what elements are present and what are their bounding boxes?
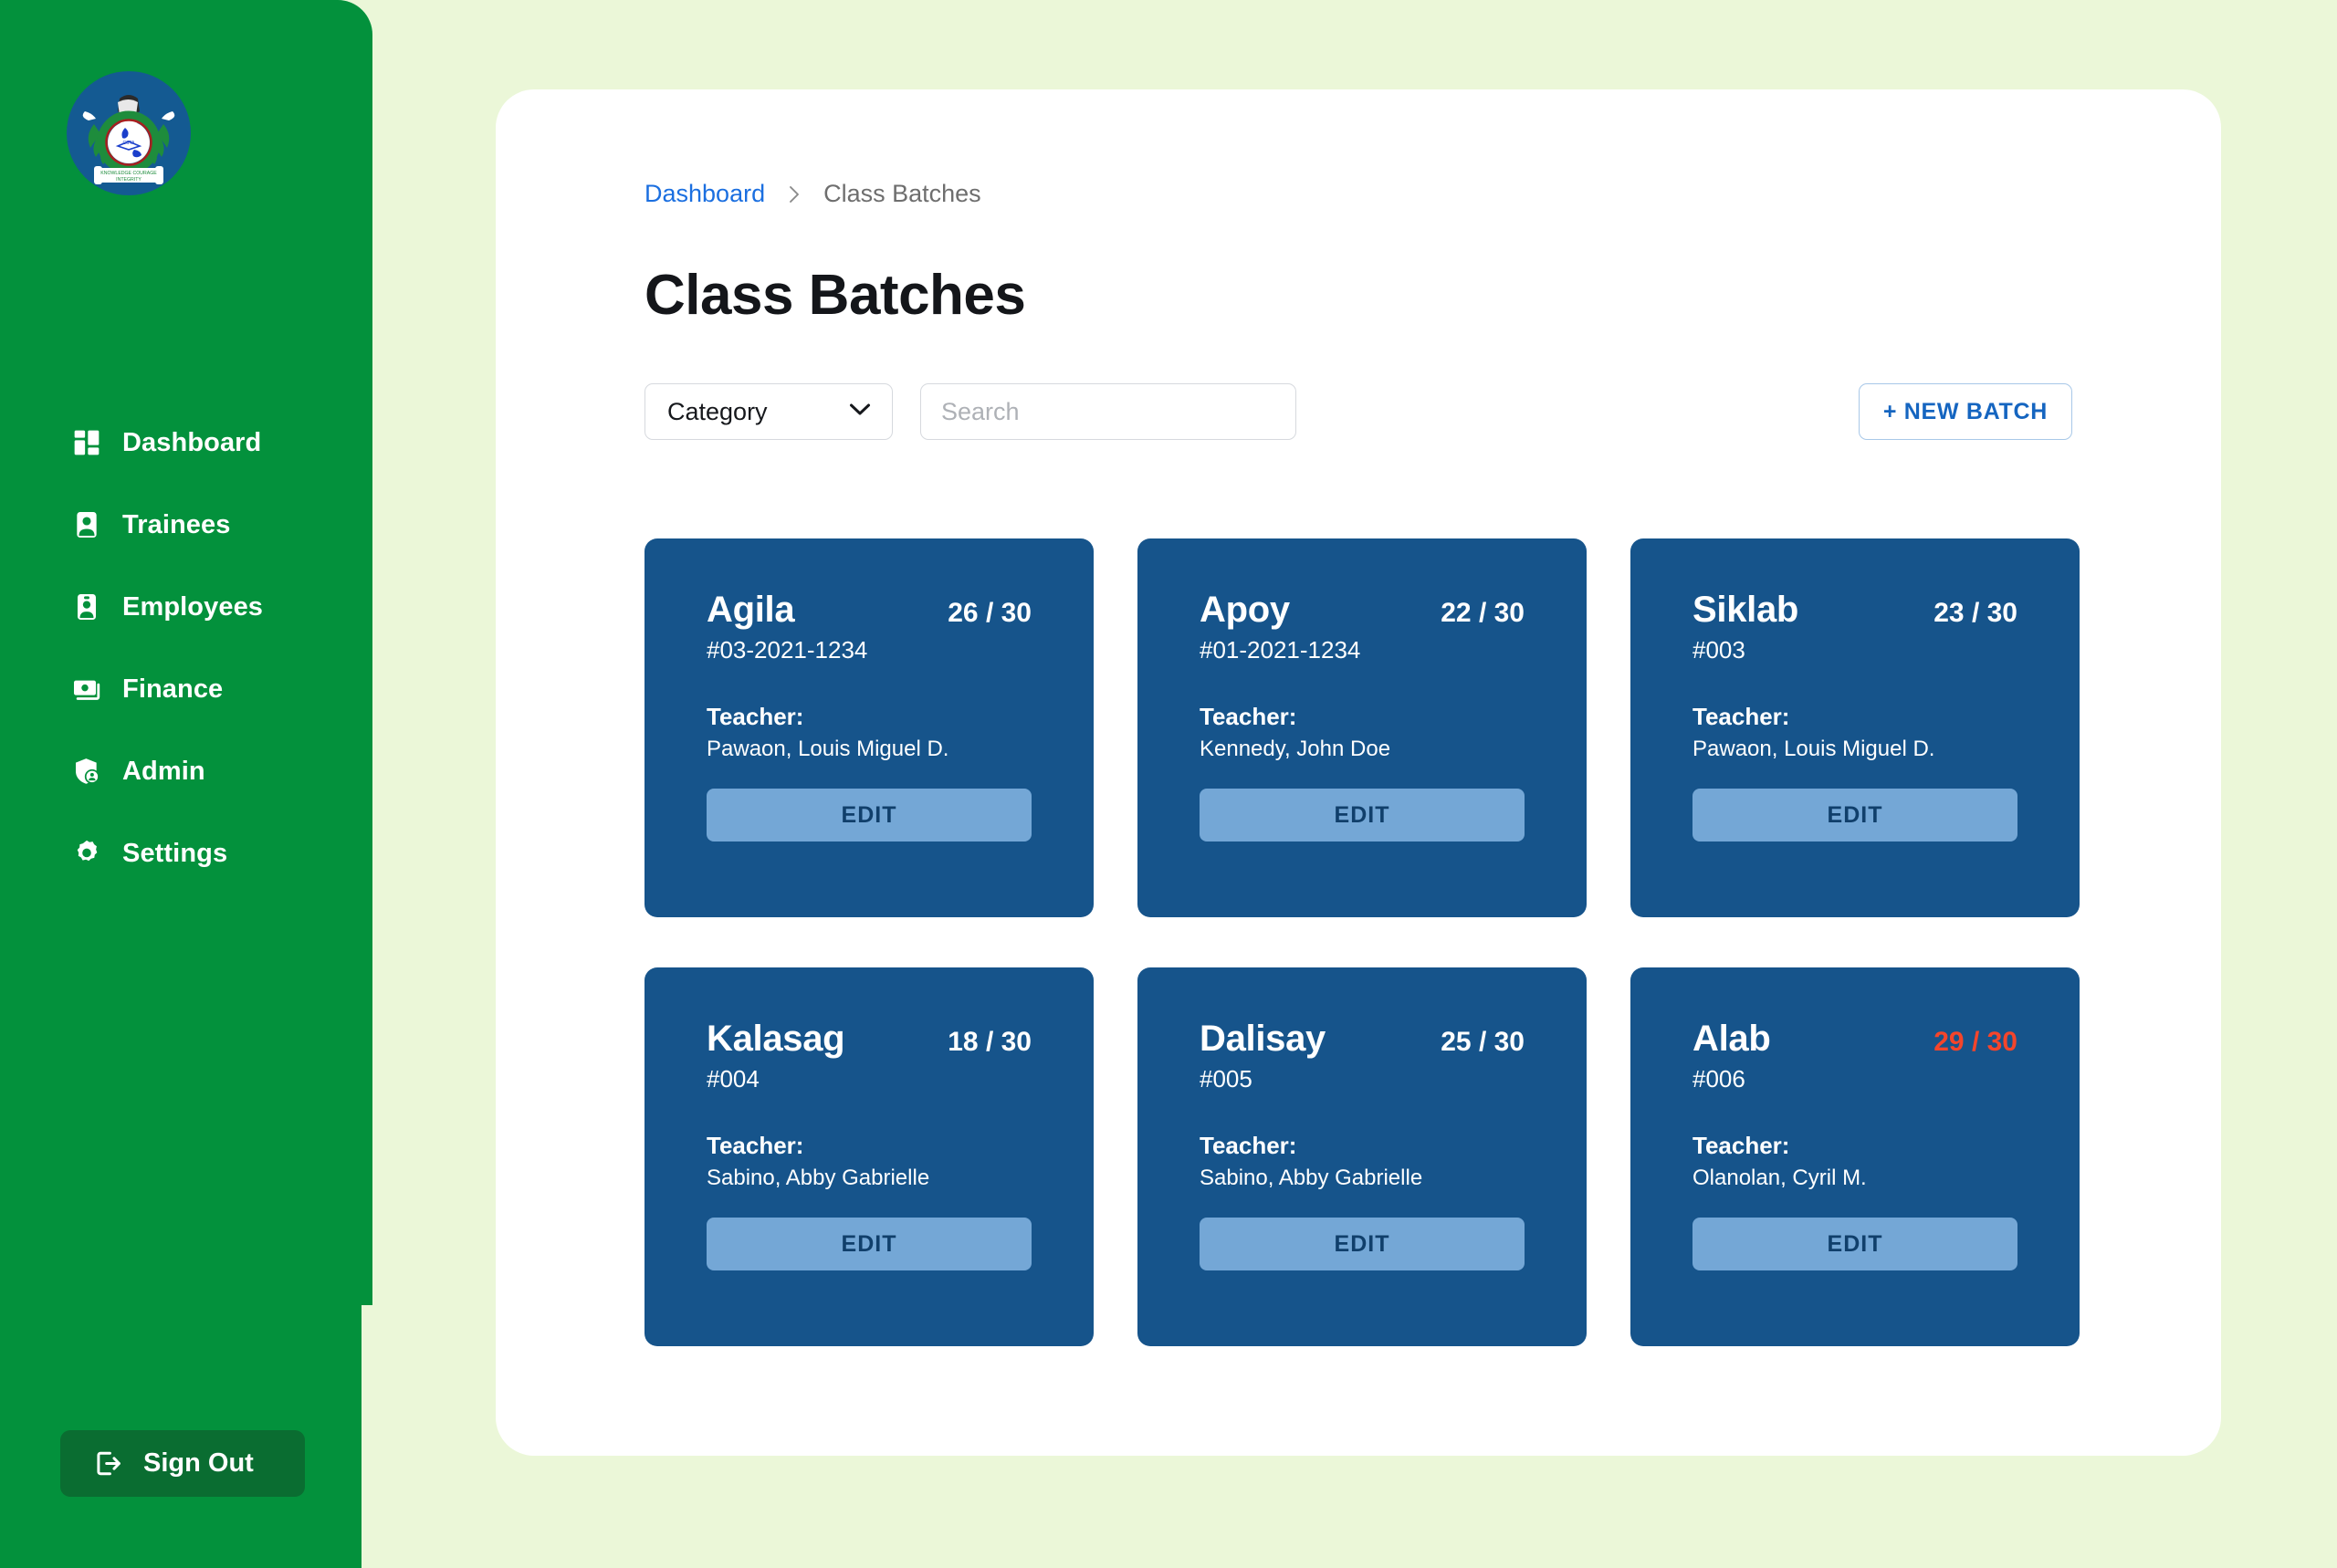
teacher-label: Teacher: [707,703,804,730]
batch-name: Agila [707,590,795,630]
batch-card-header: Kalasag 18 / 30 [707,1019,1032,1060]
trainee-badge-icon [71,509,102,540]
batch-capacity-count: 22 / 30 [1441,598,1525,628]
page-title: Class Batches [645,264,1026,327]
sidebar-item-trainees[interactable]: Trainees [0,497,372,552]
batch-card-header: Agila 26 / 30 [707,590,1032,631]
sidebar-item-label: Finance [122,674,224,704]
batch-card: Apoy 22 / 30 #01-2021-1234 Teacher: Kennedy,… [1137,538,1587,917]
batch-name: Alab [1692,1019,1771,1059]
batch-card: Alab 29 / 30 #006 Teacher: Olanolan, Cyril M… [1630,967,2080,1346]
batch-capacity-count: 25 / 30 [1441,1027,1525,1057]
sidebar-item-dashboard[interactable]: Dashboard [0,415,372,470]
sidebar-item-label: Trainees [122,509,231,539]
sidebar-item-label: Employees [122,591,264,622]
batch-name: Apoy [1200,590,1290,630]
shield-user-icon [71,756,102,787]
search-input[interactable] [920,383,1296,440]
chevron-right-icon [785,183,803,206]
batch-card: Siklab 23 / 30 #003 Teacher: Pawaon, Louis M… [1630,538,2080,917]
batch-card-header: Apoy 22 / 30 [1200,590,1525,631]
teacher-name: Sabino, Abby Gabrielle [707,1166,930,1190]
category-dropdown[interactable]: Category [645,383,893,440]
gear-icon [71,838,102,869]
batch-id: #003 [1692,636,1745,664]
logout-icon [93,1448,123,1479]
batch-id: #006 [1692,1065,1745,1092]
sidebar-item-employees[interactable]: Employees [0,580,372,634]
logo-circle: CSTA KNOWLEDGE COURAGE INTEGRITY [67,71,191,195]
teacher-name: Sabino, Abby Gabrielle [1200,1166,1423,1190]
teacher-name: Kennedy, John Doe [1200,737,1391,761]
teacher-label: Teacher: [1200,1132,1297,1159]
sidebar-item-label: Dashboard [122,427,262,457]
teacher-label: Teacher: [1692,1132,1790,1159]
teacher-name: Pawaon, Louis Miguel D. [1692,737,1935,761]
toolbar: Category + NEW BATCH [645,383,2072,440]
main-content-panel: Dashboard Class Batches Class Batches Ca… [496,89,2221,1456]
teacher-label: Teacher: [1200,703,1297,730]
edit-batch-button[interactable]: EDIT [1692,1218,2017,1270]
category-dropdown-label: Category [667,397,768,425]
logo-emblem-icon: CSTA KNOWLEDGE COURAGE INTEGRITY [82,95,175,184]
chevron-down-icon [848,402,872,422]
edit-batch-button[interactable]: EDIT [707,789,1032,841]
sidebar-nav: Dashboard Trainees Employees Finance Adm… [0,415,372,908]
breadcrumb-current: Class Batches [823,180,981,207]
batch-id: #03-2021-1234 [707,636,868,664]
sign-out-button[interactable]: Sign Out [60,1430,305,1497]
banknote-icon [71,674,102,705]
batch-card: Agila 26 / 30 #03-2021-1234 Teacher: Pawaon,… [645,538,1094,917]
sidebar-item-finance[interactable]: Finance [0,662,372,716]
sidebar-item-settings[interactable]: Settings [0,826,372,881]
batch-capacity-count: 29 / 30 [1934,1027,2017,1057]
batch-name: Siklab [1692,590,1799,630]
teacher-name: Olanolan, Cyril M. [1692,1166,1867,1190]
sidebar-item-label: Settings [122,838,228,868]
teacher-label: Teacher: [1692,703,1790,730]
sidebar-item-label: Admin [122,756,205,786]
teacher-label: Teacher: [707,1132,804,1159]
batch-capacity-count: 26 / 30 [948,598,1032,628]
batch-id: #005 [1200,1065,1252,1092]
edit-batch-button[interactable]: EDIT [1200,1218,1525,1270]
breadcrumb: Dashboard Class Batches [645,180,981,208]
batch-card-header: Alab 29 / 30 [1692,1019,2017,1060]
breadcrumb-link-dashboard[interactable]: Dashboard [645,180,765,208]
sign-out-label: Sign Out [143,1448,254,1478]
batch-name: Kalasag [707,1019,845,1059]
batch-id: #01-2021-1234 [1200,636,1361,664]
sidebar: CSTA KNOWLEDGE COURAGE INTEGRITY Dashboa [0,0,372,1305]
edit-batch-button[interactable]: EDIT [1200,789,1525,841]
batch-id: #004 [707,1065,760,1092]
svg-text:INTEGRITY: INTEGRITY [116,177,141,183]
org-logo: CSTA KNOWLEDGE COURAGE INTEGRITY [67,71,191,195]
batch-card-grid: Agila 26 / 30 #03-2021-1234 Teacher: Pawaon,… [645,538,2082,1346]
batch-capacity-count: 23 / 30 [1934,598,2017,628]
svg-text:KNOWLEDGE COURAGE: KNOWLEDGE COURAGE [100,171,157,176]
teacher-name: Pawaon, Louis Miguel D. [707,737,949,761]
batch-card-header: Dalisay 25 / 30 [1200,1019,1525,1060]
svg-text:CSTA: CSTA [123,141,136,146]
batch-name: Dalisay [1200,1019,1326,1059]
edit-batch-button[interactable]: EDIT [1692,789,2017,841]
employee-id-card-icon [71,591,102,622]
edit-batch-button[interactable]: EDIT [707,1218,1032,1270]
new-batch-button[interactable]: + NEW BATCH [1858,383,2072,440]
batch-capacity-count: 18 / 30 [948,1027,1032,1057]
batch-card-header: Siklab 23 / 30 [1692,590,2017,631]
batch-card: Dalisay 25 / 30 #005 Teacher: Sabino, Abby G… [1137,967,1587,1346]
dashboard-grid-icon [71,427,102,458]
batch-card: Kalasag 18 / 30 #004 Teacher: Sabino, Abby G… [645,967,1094,1346]
sidebar-item-admin[interactable]: Admin [0,744,372,799]
